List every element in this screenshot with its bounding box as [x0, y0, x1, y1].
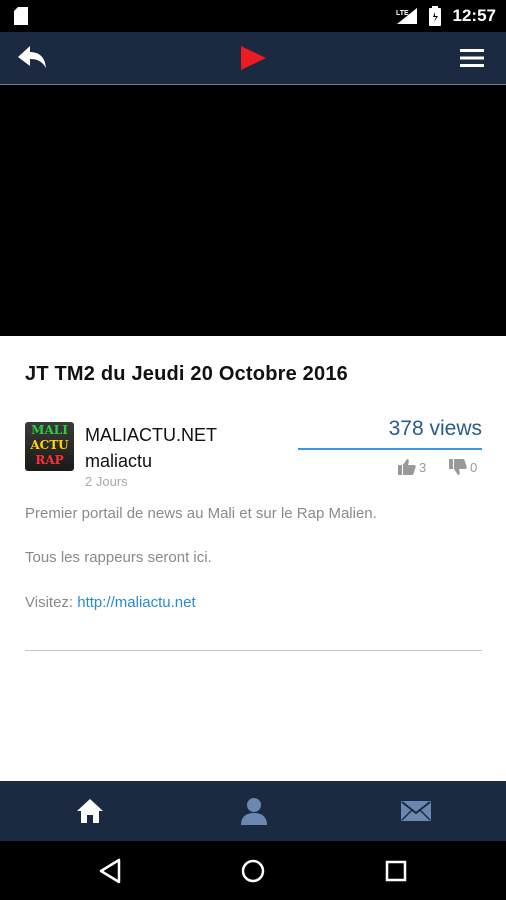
app-header: [0, 32, 506, 85]
system-recents-icon[interactable]: [380, 855, 412, 887]
system-home-icon[interactable]: [237, 855, 269, 887]
thumbs-down-icon: [449, 459, 467, 475]
description-line-1: Premier portail de news au Mali et sur l…: [25, 505, 377, 522]
video-title: JT TM2 du Jeudi 20 Octobre 2016: [25, 363, 348, 385]
channel-username[interactable]: maliactu: [85, 451, 152, 472]
avatar-text-actu: ACTU: [30, 438, 69, 452]
hamburger-menu-icon[interactable]: [458, 46, 486, 70]
status-bar: LTE 12:57: [0, 0, 506, 32]
nav-profile[interactable]: [170, 781, 338, 841]
system-back-icon[interactable]: [95, 855, 127, 887]
avatar-text-rap: RAP: [35, 453, 64, 467]
sd-card-icon: [14, 7, 28, 25]
views-count: 378 views: [388, 417, 482, 440]
play-logo-icon[interactable]: [238, 44, 268, 72]
nav-mail[interactable]: [332, 781, 500, 841]
nav-home[interactable]: [6, 781, 174, 841]
video-player[interactable]: [0, 85, 506, 336]
lte-signal-icon: LTE: [396, 8, 417, 24]
description-line-2: Tous les rappeurs seront ici.: [25, 549, 212, 566]
profile-icon: [241, 798, 267, 825]
likes-count: 3: [419, 459, 427, 475]
home-icon: [77, 799, 103, 823]
back-arrow-icon[interactable]: [16, 44, 48, 72]
dislikes-count: 0: [470, 459, 478, 475]
bottom-nav: [0, 781, 506, 841]
visit-link[interactable]: http://maliactu.net: [77, 594, 195, 611]
mail-icon: [401, 801, 431, 821]
channel-avatar[interactable]: MALI ACTU RAP: [25, 422, 74, 471]
like-button[interactable]: 3: [398, 459, 426, 475]
thumbs-up-icon: [398, 459, 416, 475]
visit-label: Visitez:: [25, 594, 78, 611]
post-age: 2 Jours: [85, 474, 128, 489]
clock: 12:57: [452, 6, 496, 25]
battery-icon: [428, 6, 441, 26]
system-nav-bar: [0, 841, 506, 900]
dislike-button[interactable]: 0: [449, 459, 477, 475]
avatar-text-mali: MALI: [31, 423, 68, 437]
status-icons: LTE 12:57: [395, 0, 496, 32]
lte-label: LTE: [396, 10, 409, 17]
views-underline: [298, 448, 482, 450]
channel-name[interactable]: MALIACTU.NET: [85, 425, 217, 446]
content-divider: [25, 650, 482, 651]
description-visit: Visitez: http://maliactu.net: [25, 594, 196, 611]
